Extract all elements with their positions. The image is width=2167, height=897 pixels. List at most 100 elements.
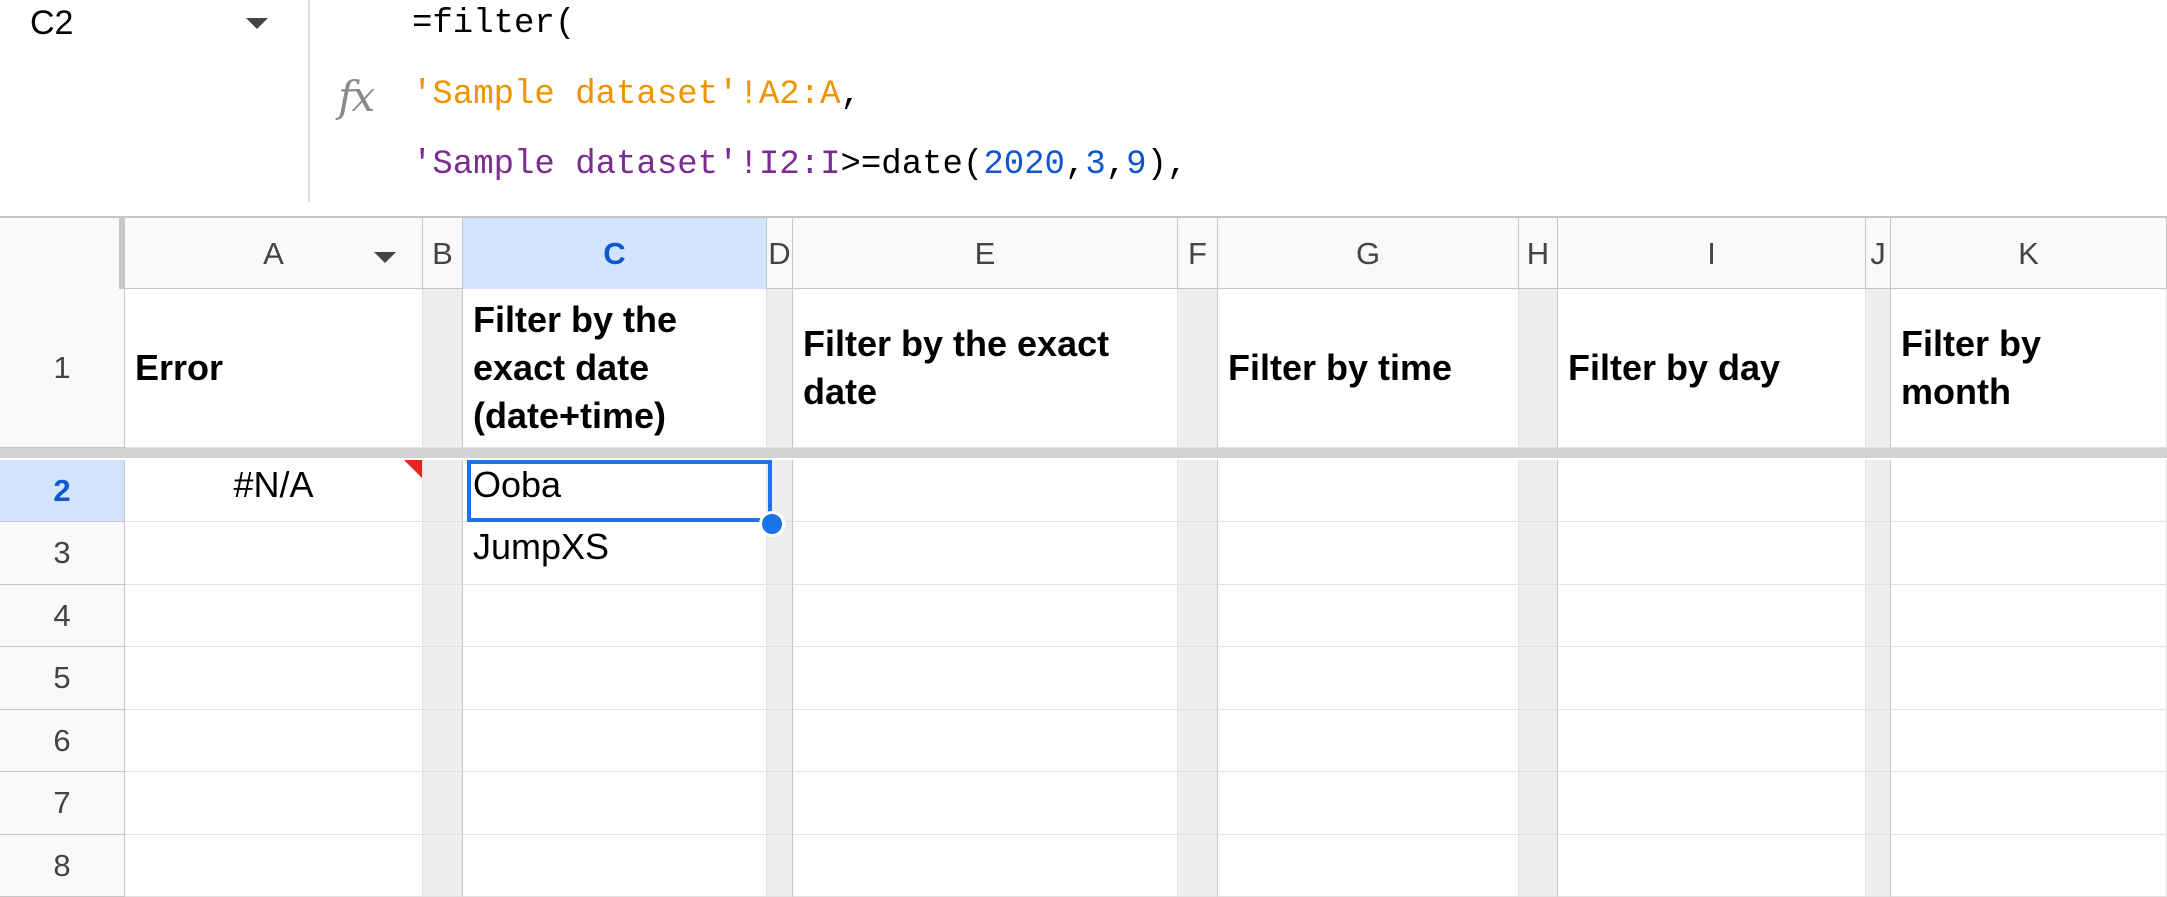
frozen-row-separator[interactable] [0, 448, 2167, 458]
cell-c3[interactable]: JumpXS [463, 522, 767, 585]
cell-g6[interactable] [1218, 710, 1519, 772]
row-header-5[interactable]: 5 [0, 647, 125, 710]
column-header-f[interactable]: F [1178, 218, 1218, 289]
cell-i4[interactable] [1558, 585, 1866, 647]
cell-k2[interactable] [1891, 460, 2167, 522]
cell-f3[interactable] [1178, 522, 1218, 585]
cell-a5[interactable] [125, 647, 423, 710]
cell-g3[interactable] [1218, 522, 1519, 585]
cell-f8[interactable] [1178, 835, 1218, 897]
cell-h5[interactable] [1519, 647, 1558, 710]
row-header-6[interactable]: 6 [0, 710, 125, 772]
cell-g5[interactable] [1218, 647, 1519, 710]
cell-c4[interactable] [463, 585, 767, 647]
cell-g7[interactable] [1218, 772, 1519, 835]
cell-j2[interactable] [1866, 460, 1891, 522]
cell-k5[interactable] [1891, 647, 2167, 710]
cell-g4[interactable] [1218, 585, 1519, 647]
cell-f6[interactable] [1178, 710, 1218, 772]
fill-handle[interactable] [759, 511, 785, 537]
row-header-3[interactable]: 3 [0, 522, 125, 585]
cell-b3[interactable] [423, 522, 463, 585]
cell-f1[interactable] [1178, 289, 1218, 448]
name-box[interactable]: C2 [0, 0, 308, 48]
column-header-h[interactable]: H [1519, 218, 1558, 289]
column-header-d[interactable]: D [767, 218, 793, 289]
cell-g1[interactable]: Filter by time [1218, 289, 1519, 448]
cell-d4[interactable] [767, 585, 793, 647]
cell-b7[interactable] [423, 772, 463, 835]
cell-f4[interactable] [1178, 585, 1218, 647]
row-header-7[interactable]: 7 [0, 772, 125, 835]
column-header-e[interactable]: E [793, 218, 1178, 289]
cell-i3[interactable] [1558, 522, 1866, 585]
error-indicator-icon[interactable] [404, 460, 422, 478]
cell-h7[interactable] [1519, 772, 1558, 835]
row-header-2[interactable]: 2 [0, 460, 125, 522]
cell-d5[interactable] [767, 647, 793, 710]
cell-g2[interactable] [1218, 460, 1519, 522]
cell-e6[interactable] [793, 710, 1178, 772]
cell-e1[interactable]: Filter by the exact date [793, 289, 1178, 448]
cell-k8[interactable] [1891, 835, 2167, 897]
cell-a3[interactable] [125, 522, 423, 585]
cell-a4[interactable] [125, 585, 423, 647]
cell-k6[interactable] [1891, 710, 2167, 772]
cell-f7[interactable] [1178, 772, 1218, 835]
cell-i5[interactable] [1558, 647, 1866, 710]
cell-g8[interactable] [1218, 835, 1519, 897]
cell-e2[interactable] [793, 460, 1178, 522]
cell-a2[interactable]: #N/A [125, 460, 423, 522]
cell-k3[interactable] [1891, 522, 2167, 585]
cell-h3[interactable] [1519, 522, 1558, 585]
cell-c5[interactable] [463, 647, 767, 710]
select-all-corner[interactable] [0, 218, 125, 289]
cell-d7[interactable] [767, 772, 793, 835]
column-header-k[interactable]: K [1891, 218, 2167, 289]
cell-d6[interactable] [767, 710, 793, 772]
cell-a8[interactable] [125, 835, 423, 897]
cell-c8[interactable] [463, 835, 767, 897]
cell-c2[interactable]: Ooba [463, 460, 767, 522]
column-header-j[interactable]: J [1866, 218, 1891, 289]
cell-j8[interactable] [1866, 835, 1891, 897]
row-header-8[interactable]: 8 [0, 835, 125, 897]
cell-i1[interactable]: Filter by day [1558, 289, 1866, 448]
cell-e8[interactable] [793, 835, 1178, 897]
cell-j1[interactable] [1866, 289, 1891, 448]
column-header-i[interactable]: I [1558, 218, 1866, 289]
cell-h6[interactable] [1519, 710, 1558, 772]
cell-a1[interactable]: Error [125, 289, 423, 448]
cell-b8[interactable] [423, 835, 463, 897]
cell-c7[interactable] [463, 772, 767, 835]
cell-i8[interactable] [1558, 835, 1866, 897]
cell-b5[interactable] [423, 647, 463, 710]
cell-i7[interactable] [1558, 772, 1866, 835]
cell-b2[interactable] [423, 460, 463, 522]
cell-c1[interactable]: Filter by the exact date (date+time) [463, 289, 767, 448]
cell-b4[interactable] [423, 585, 463, 647]
cell-e7[interactable] [793, 772, 1178, 835]
cell-k1[interactable]: Filter by month [1891, 289, 2167, 448]
row-header-4[interactable]: 4 [0, 585, 125, 647]
cell-e4[interactable] [793, 585, 1178, 647]
cell-e3[interactable] [793, 522, 1178, 585]
cell-j5[interactable] [1866, 647, 1891, 710]
cell-j6[interactable] [1866, 710, 1891, 772]
cell-i6[interactable] [1558, 710, 1866, 772]
cell-h4[interactable] [1519, 585, 1558, 647]
cell-c6[interactable] [463, 710, 767, 772]
cell-e5[interactable] [793, 647, 1178, 710]
cell-f5[interactable] [1178, 647, 1218, 710]
cell-a6[interactable] [125, 710, 423, 772]
cell-f2[interactable] [1178, 460, 1218, 522]
row-header-1[interactable]: 1 [0, 289, 125, 448]
column-header-b[interactable]: B [423, 218, 463, 289]
cell-d1[interactable] [767, 289, 793, 448]
column-header-c[interactable]: C [463, 218, 767, 289]
cell-b6[interactable] [423, 710, 463, 772]
cell-a7[interactable] [125, 772, 423, 835]
cell-i2[interactable] [1558, 460, 1866, 522]
cell-h8[interactable] [1519, 835, 1558, 897]
chevron-down-icon[interactable] [246, 18, 268, 29]
